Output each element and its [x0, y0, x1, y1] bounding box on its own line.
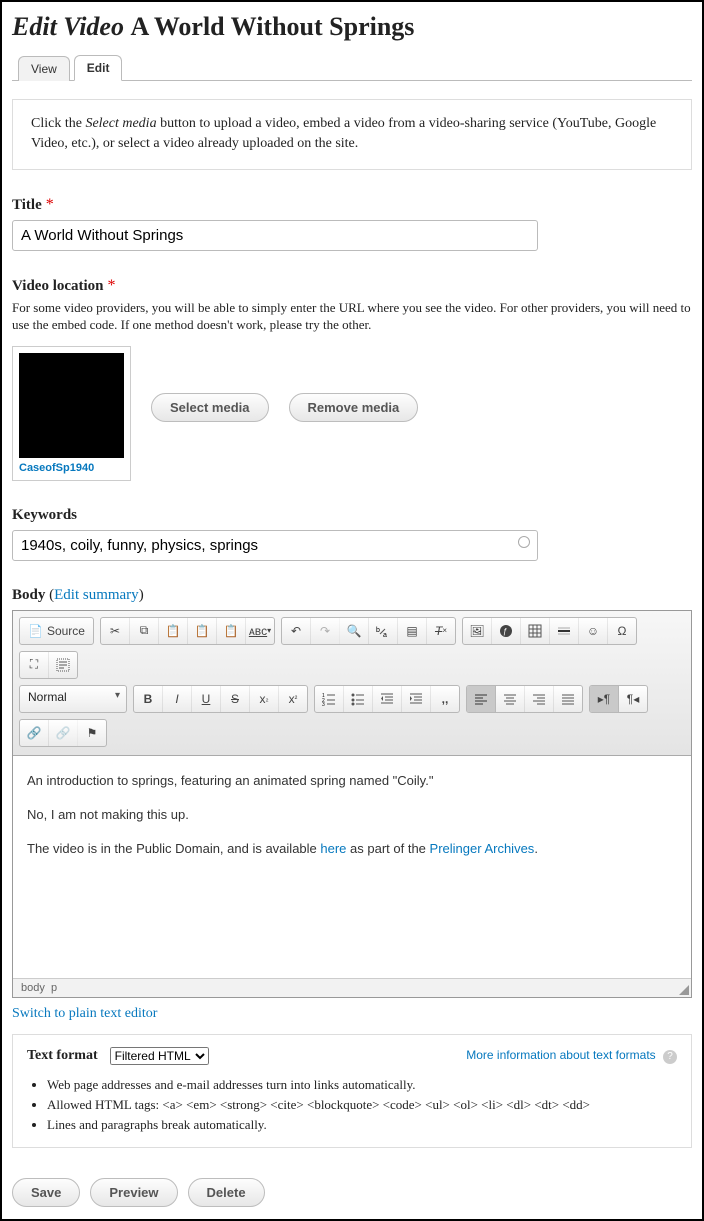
redo-button[interactable]: ↷	[311, 618, 340, 644]
link-button[interactable]: 🔗	[20, 720, 49, 746]
body-label: Body (Edit summary)	[12, 587, 692, 604]
tabs: View Edit	[12, 54, 692, 81]
keywords-label: Keywords	[12, 507, 692, 524]
replace-button[interactable]: ba	[369, 618, 398, 644]
rich-text-editor: 📄Source ✂ ⧉ 📋 📋 📋 ᴀʙᴄ▾ ↶ ↷ 🔍 ba ▤ T× 🖼 ƒ	[12, 610, 692, 998]
svg-text:ƒ: ƒ	[503, 627, 507, 636]
help-icon[interactable]: ?	[663, 1050, 677, 1064]
blockquote-button[interactable]: ,,	[431, 686, 459, 712]
cut-button[interactable]: ✂	[101, 618, 130, 644]
video-location-help: For some video providers, you will be ab…	[12, 299, 692, 334]
editor-toolbar: 📄Source ✂ ⧉ 📋 📋 📋 ᴀʙᴄ▾ ↶ ↷ 🔍 ba ▤ T× 🖼 ƒ	[13, 611, 691, 756]
page-title-name: A World Without Springs	[130, 12, 414, 41]
indent-button[interactable]	[402, 686, 431, 712]
maximize-button[interactable]: ⛶	[20, 652, 49, 678]
media-thumbnail-wrap[interactable]: CaseofSp1940	[12, 346, 131, 481]
show-blocks-button[interactable]	[49, 652, 77, 678]
unlink-button[interactable]: 🔗	[49, 720, 78, 746]
media-thumbnail	[19, 353, 124, 458]
smiley-button[interactable]: ☺	[579, 618, 608, 644]
editor-content[interactable]: An introduction to springs, featuring an…	[13, 756, 691, 978]
horizontal-rule-button[interactable]	[550, 618, 579, 644]
numbered-list-button[interactable]: 123	[315, 686, 344, 712]
remove-media-button[interactable]: Remove media	[289, 393, 419, 422]
tab-view[interactable]: View	[18, 56, 70, 81]
align-center-button[interactable]	[496, 686, 525, 712]
title-label: Title *	[12, 196, 692, 214]
underline-button[interactable]: U	[192, 686, 221, 712]
align-left-button[interactable]	[467, 686, 496, 712]
strike-button[interactable]: S	[221, 686, 250, 712]
text-format-box: Text format Filtered HTML More informati…	[12, 1034, 692, 1148]
video-location-label: Video location *	[12, 277, 692, 295]
keywords-input[interactable]	[12, 530, 538, 561]
paste-word-button[interactable]: 📋	[217, 618, 246, 644]
table-button[interactable]	[521, 618, 550, 644]
select-all-button[interactable]: ▤	[398, 618, 427, 644]
tab-edit[interactable]: Edit	[74, 55, 123, 81]
format-tips: Web page addresses and e-mail addresses …	[27, 1075, 677, 1135]
bold-button[interactable]: B	[134, 686, 163, 712]
spellcheck-button[interactable]: ᴀʙᴄ▾	[246, 618, 274, 644]
outdent-button[interactable]	[373, 686, 402, 712]
source-button[interactable]: 📄Source	[20, 618, 93, 644]
undo-button[interactable]: ↶	[282, 618, 311, 644]
ltr-button[interactable]: ▸¶	[590, 686, 619, 712]
page-title: Edit Video A World Without Springs	[12, 12, 692, 42]
editor-path-bar: body p	[13, 978, 691, 997]
svg-text:b: b	[376, 627, 380, 634]
copy-button[interactable]: ⧉	[130, 618, 159, 644]
switch-editor-link[interactable]: Switch to plain text editor	[12, 1006, 157, 1021]
paste-button[interactable]: 📋	[159, 618, 188, 644]
align-right-button[interactable]	[525, 686, 554, 712]
body-link-prelinger[interactable]: Prelinger Archives	[430, 841, 535, 856]
page-title-prefix: Edit Video	[12, 12, 124, 41]
select-media-button[interactable]: Select media	[151, 393, 269, 422]
flash-button[interactable]: ƒ	[492, 618, 521, 644]
title-input[interactable]	[12, 220, 538, 251]
format-select[interactable]: Normal	[19, 685, 127, 713]
text-format-label: Text format	[27, 1048, 98, 1064]
intro-box: Click the Select media button to upload …	[12, 99, 692, 170]
find-button[interactable]: 🔍	[340, 618, 369, 644]
edit-summary-link[interactable]: Edit summary	[54, 587, 139, 603]
media-caption[interactable]: CaseofSp1940	[19, 462, 124, 474]
autocomplete-throbber-icon	[518, 536, 530, 548]
svg-text:3: 3	[322, 702, 325, 706]
svg-text:a: a	[383, 632, 387, 638]
text-format-select[interactable]: Filtered HTML	[110, 1047, 209, 1065]
anchor-flag-button[interactable]: ⚑	[78, 720, 106, 746]
rtl-button[interactable]: ¶◂	[619, 686, 647, 712]
more-info-link[interactable]: More information about text formats	[466, 1048, 655, 1062]
image-button[interactable]: 🖼	[463, 618, 492, 644]
body-link-here[interactable]: here	[320, 841, 346, 856]
remove-format-button[interactable]: T×	[427, 618, 455, 644]
delete-button[interactable]: Delete	[188, 1178, 265, 1207]
italic-button[interactable]: I	[163, 686, 192, 712]
superscript-button[interactable]: x²	[279, 686, 307, 712]
subscript-button[interactable]: x₂	[250, 686, 279, 712]
bullet-list-button[interactable]	[344, 686, 373, 712]
align-justify-button[interactable]	[554, 686, 582, 712]
preview-button[interactable]: Preview	[90, 1178, 177, 1207]
paste-text-button[interactable]: 📋	[188, 618, 217, 644]
special-char-button[interactable]: Ω	[608, 618, 636, 644]
save-button[interactable]: Save	[12, 1178, 80, 1207]
